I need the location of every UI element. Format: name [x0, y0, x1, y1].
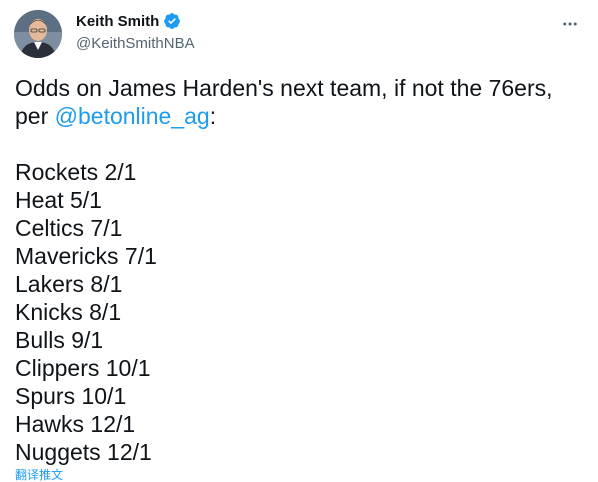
- author-display-name[interactable]: Keith Smith: [76, 13, 159, 30]
- tweet-line-2-suffix: :: [209, 103, 217, 129]
- author-handle[interactable]: @KeithSmithNBA: [76, 35, 195, 52]
- tweet-line-2: per @betonline_ag:: [15, 102, 585, 130]
- tweet-text: Odds on James Harden's next team, if not…: [15, 74, 585, 466]
- odds-item: Knicks 8/1: [15, 299, 122, 325]
- odds-list: Rockets 2/1 Heat 5/1 Celtics 7/1 Maveric…: [15, 158, 585, 466]
- odds-item: Heat 5/1: [15, 187, 102, 213]
- odds-item: Mavericks 7/1: [15, 243, 157, 269]
- tweet-card: Keith Smith @KeithSmithNBA Odds on James…: [0, 0, 598, 482]
- tweet-line-2-prefix: per: [15, 103, 55, 129]
- odds-item: Hawks 12/1: [15, 411, 136, 437]
- author-name-row: Keith Smith: [76, 12, 181, 30]
- avatar-image: [14, 10, 62, 58]
- odds-item: Rockets 2/1: [15, 159, 137, 185]
- odds-item: Nuggets 12/1: [15, 439, 152, 465]
- avatar[interactable]: [14, 10, 62, 58]
- odds-item: Bulls 9/1: [15, 327, 104, 353]
- odds-item: Spurs 10/1: [15, 383, 127, 409]
- translate-tweet-link[interactable]: 翻译推文: [15, 468, 63, 482]
- verified-badge-icon: [163, 12, 181, 30]
- tweet-line-1: Odds on James Harden's next team, if not…: [15, 75, 553, 101]
- odds-item: Celtics 7/1: [15, 215, 123, 241]
- more-horizontal-icon: [563, 22, 577, 26]
- odds-item: Clippers 10/1: [15, 355, 151, 381]
- odds-item: Lakers 8/1: [15, 271, 123, 297]
- more-options-button[interactable]: [560, 14, 580, 34]
- mention-link[interactable]: @betonline_ag: [55, 103, 210, 129]
